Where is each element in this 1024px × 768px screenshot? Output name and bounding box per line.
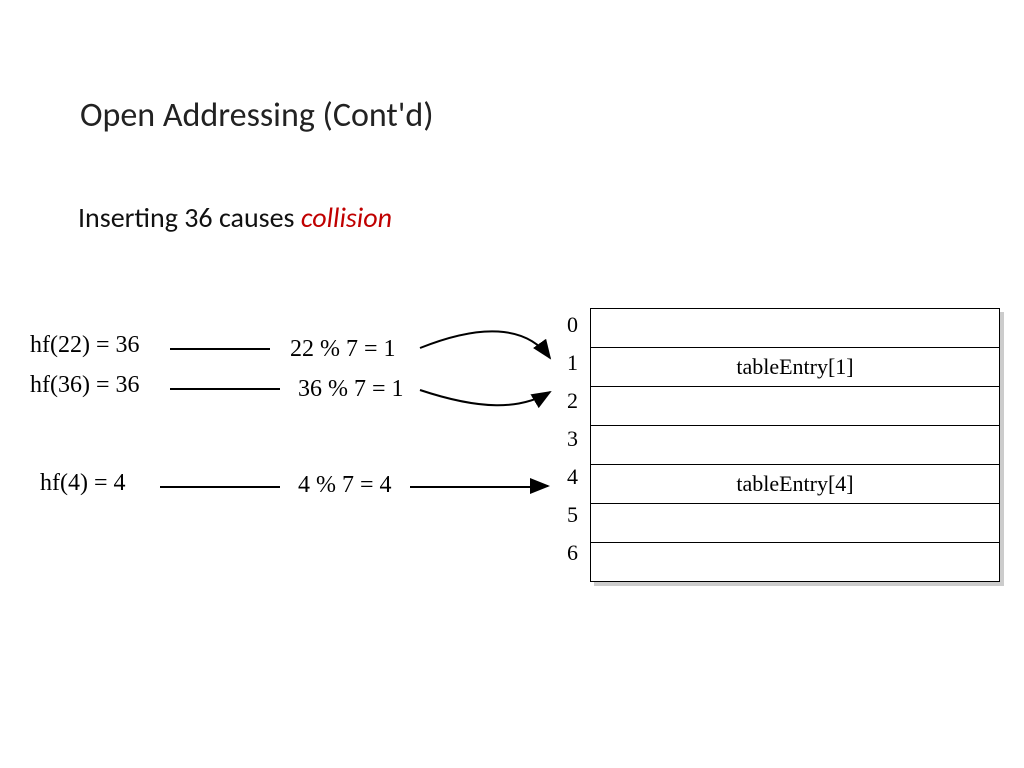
slide-subtitle: Inserting 36 causes collision — [78, 200, 392, 235]
table-row — [591, 504, 1000, 543]
index-4: 4 — [558, 464, 578, 490]
table-row — [591, 309, 1000, 348]
table-cell-5 — [591, 504, 1000, 543]
index-0: 0 — [558, 312, 578, 338]
table-row — [591, 387, 1000, 426]
table-cell-3 — [591, 426, 1000, 465]
table-row — [591, 426, 1000, 465]
line-hf4-mod — [160, 486, 280, 488]
subtitle-highlight: collision — [301, 200, 392, 235]
line-mod4-idx — [410, 486, 540, 488]
table-row: tableEntry[1] — [591, 348, 1000, 387]
line-hf36-mod — [170, 388, 280, 390]
table-cell-0 — [591, 309, 1000, 348]
hash-table: tableEntry[1] tableEntry[4] — [590, 308, 1000, 582]
hf-label-36: hf(36) = 36 — [30, 372, 140, 399]
subtitle-text: Inserting 36 causes — [78, 200, 301, 235]
hf-label-4: hf(4) = 4 — [40, 470, 126, 497]
table-row: tableEntry[4] — [591, 465, 1000, 504]
index-3: 3 — [558, 426, 578, 452]
mod-label-4: 4 % 7 = 4 — [298, 472, 392, 499]
table-cell-6 — [591, 543, 1000, 582]
hf-label-22: hf(22) = 36 — [30, 332, 140, 359]
mod-label-36: 36 % 7 = 1 — [298, 376, 404, 403]
index-6: 6 — [558, 540, 578, 566]
mod-label-22: 22 % 7 = 1 — [290, 336, 396, 363]
index-5: 5 — [558, 502, 578, 528]
index-2: 2 — [558, 388, 578, 414]
table-row — [591, 543, 1000, 582]
line-hf22-mod — [170, 348, 270, 350]
table-cell-1: tableEntry[1] — [591, 348, 1000, 387]
table-cell-4: tableEntry[4] — [591, 465, 1000, 504]
index-1: 1 — [558, 350, 578, 376]
slide-title: Open Addressing (Cont'd) — [80, 95, 434, 136]
table-cell-2 — [591, 387, 1000, 426]
hash-diagram: hf(22) = 36 hf(36) = 36 hf(4) = 4 22 % 7… — [10, 300, 1010, 620]
